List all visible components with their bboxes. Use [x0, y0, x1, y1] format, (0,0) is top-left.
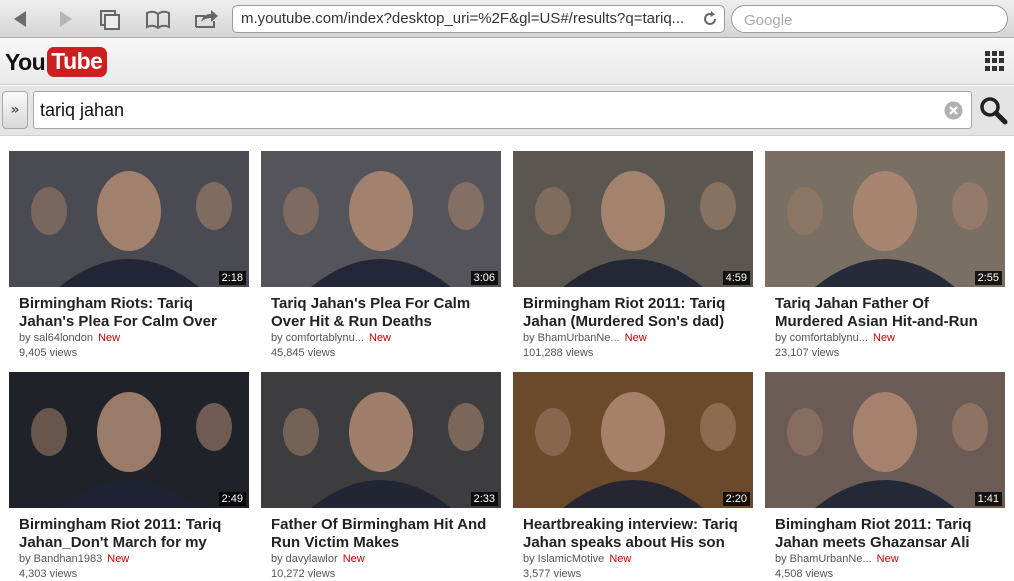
video-thumbnail[interactable]: 2:18	[9, 151, 249, 287]
google-search-field[interactable]: Google	[731, 5, 1008, 33]
video-uploader-line: by davylawlor New	[271, 552, 501, 567]
share-icon[interactable]	[193, 7, 219, 31]
video-duration: 2:18	[218, 271, 246, 285]
video-duration: 4:59	[722, 271, 750, 285]
logo-you: You	[5, 48, 46, 75]
video-title[interactable]: Heartbreaking interview: Tariq Jahan spe…	[523, 516, 749, 552]
video-result[interactable]: 2:33 Father Of Birmingham Hit And Run Vic…	[261, 372, 501, 581]
video-result[interactable]: 2:20 Heartbreaking interview: Tariq Jahan…	[513, 372, 753, 581]
video-result[interactable]: 4:59 Birmingham Riot 2011: Tariq Jahan (M…	[513, 151, 753, 361]
video-thumbnail[interactable]: 2:33	[261, 372, 501, 508]
new-badge: New	[609, 553, 632, 565]
new-badge: New	[98, 332, 121, 344]
video-title[interactable]: Bimingham Riot 2011: Tariq Jahan meets G…	[775, 516, 1001, 552]
video-uploader[interactable]: by BhamUrbanNe...	[523, 332, 620, 344]
new-badge: New	[624, 332, 647, 344]
video-views: 101,288 views	[523, 347, 594, 359]
video-uploader-line: by sal64london New	[19, 331, 249, 346]
video-result[interactable]: 2:49 Birmingham Riot 2011: Tariq Jahan_Do…	[9, 372, 249, 581]
video-result[interactable]: 2:55 Tariq Jahan Father Of Murdered Asian…	[765, 151, 1005, 361]
logo-tube: Tube	[47, 47, 108, 77]
video-uploader-line: by IslamicMotive New	[523, 552, 753, 567]
forward-icon[interactable]	[52, 7, 78, 31]
video-views: 4,508 views	[775, 568, 834, 580]
search-query: tariq jahan	[40, 100, 125, 120]
video-title[interactable]: Tariq Jahan's Plea For Calm Over Hit & R…	[271, 295, 497, 331]
thumbnail-image	[513, 151, 753, 287]
video-duration: 2:49	[218, 492, 246, 506]
video-thumbnail[interactable]: 3:06	[261, 151, 501, 287]
new-badge: New	[107, 553, 130, 565]
video-views: 9,405 views	[19, 347, 78, 359]
video-uploader[interactable]: by Bandhan1983	[19, 553, 102, 565]
video-thumbnail[interactable]: 4:59	[513, 151, 753, 287]
video-views: 10,272 views	[271, 568, 336, 580]
video-views: 45,845 views	[271, 347, 336, 359]
video-uploader-line: by BhamUrbanNe... New	[775, 552, 1005, 567]
reload-icon[interactable]	[702, 11, 718, 27]
clear-icon[interactable]	[944, 101, 963, 120]
new-badge: New	[342, 553, 365, 565]
video-title[interactable]: Birmingham Riots: Tariq Jahan's Plea For…	[19, 295, 245, 331]
new-badge: New	[369, 332, 392, 344]
youtube-header: You Tube	[0, 39, 1014, 85]
video-title[interactable]: Father Of Birmingham Hit And Run Victim …	[271, 516, 497, 552]
url-text: m.youtube.com/index?desktop_uri=%2F&gl=U…	[241, 10, 685, 27]
video-result[interactable]: 3:06 Tariq Jahan's Plea For Calm Over Hit…	[261, 151, 501, 361]
youtube-logo[interactable]: You Tube	[5, 47, 108, 77]
video-uploader-line: by Bandhan1983 New	[19, 552, 249, 567]
video-title[interactable]: Birmingham Riot 2011: Tariq Jahan_Don't …	[19, 516, 245, 552]
video-uploader[interactable]: by IslamicMotive	[523, 553, 604, 565]
search-input[interactable]: tariq jahan	[33, 91, 972, 129]
video-thumbnail[interactable]: 2:20	[513, 372, 753, 508]
video-result[interactable]: 2:18 Birmingham Riots: Tariq Jahan's Plea…	[9, 151, 249, 361]
video-thumbnail[interactable]: 2:49	[9, 372, 249, 508]
thumbnail-image	[261, 151, 501, 287]
back-icon[interactable]	[8, 7, 34, 31]
search-icon[interactable]	[978, 95, 1008, 125]
video-duration: 2:20	[722, 492, 750, 506]
video-title[interactable]: Tariq Jahan Father Of Murdered Asian Hit…	[775, 295, 1001, 331]
video-title[interactable]: Birmingham Riot 2011: Tariq Jahan (Murde…	[523, 295, 749, 331]
search-bar: » tariq jahan	[0, 86, 1014, 136]
thumbnail-image	[261, 372, 501, 508]
thumbnail-image	[513, 372, 753, 508]
video-views: 4,303 views	[19, 568, 78, 580]
video-duration: 1:41	[974, 492, 1002, 506]
apps-grid-icon[interactable]	[985, 51, 1005, 71]
video-views: 3,577 views	[523, 568, 582, 580]
chevron-down-icon[interactable]: »	[2, 91, 28, 129]
video-duration: 2:55	[974, 271, 1002, 285]
video-result[interactable]: 1:41 Bimingham Riot 2011: Tariq Jahan mee…	[765, 372, 1005, 581]
video-uploader-line: by comfortablynu... New	[775, 331, 1005, 346]
new-badge: New	[876, 553, 899, 565]
video-uploader[interactable]: by BhamUrbanNe...	[775, 553, 872, 565]
video-duration: 2:33	[470, 492, 498, 506]
url-field[interactable]: m.youtube.com/index?desktop_uri=%2F&gl=U…	[232, 5, 725, 33]
bookmarks-icon[interactable]	[145, 7, 171, 31]
video-thumbnail[interactable]: 1:41	[765, 372, 1005, 508]
new-badge: New	[873, 332, 896, 344]
thumbnail-image	[765, 151, 1005, 287]
video-uploader[interactable]: by comfortablynu...	[775, 332, 868, 344]
thumbnail-image	[9, 151, 249, 287]
thumbnail-image	[9, 372, 249, 508]
google-search-placeholder: Google	[744, 12, 793, 29]
video-duration: 3:06	[470, 271, 498, 285]
video-uploader-line: by comfortablynu... New	[271, 331, 501, 346]
browser-toolbar: m.youtube.com/index?desktop_uri=%2F&gl=U…	[0, 0, 1014, 38]
video-uploader[interactable]: by davylawlor	[271, 553, 338, 565]
video-uploader-line: by BhamUrbanNe... New	[523, 331, 753, 346]
video-views: 23,107 views	[775, 347, 840, 359]
video-uploader[interactable]: by comfortablynu...	[271, 332, 364, 344]
thumbnail-image	[765, 372, 1005, 508]
tabs-icon[interactable]	[97, 7, 123, 31]
video-uploader[interactable]: by sal64london	[19, 332, 93, 344]
video-thumbnail[interactable]: 2:55	[765, 151, 1005, 287]
